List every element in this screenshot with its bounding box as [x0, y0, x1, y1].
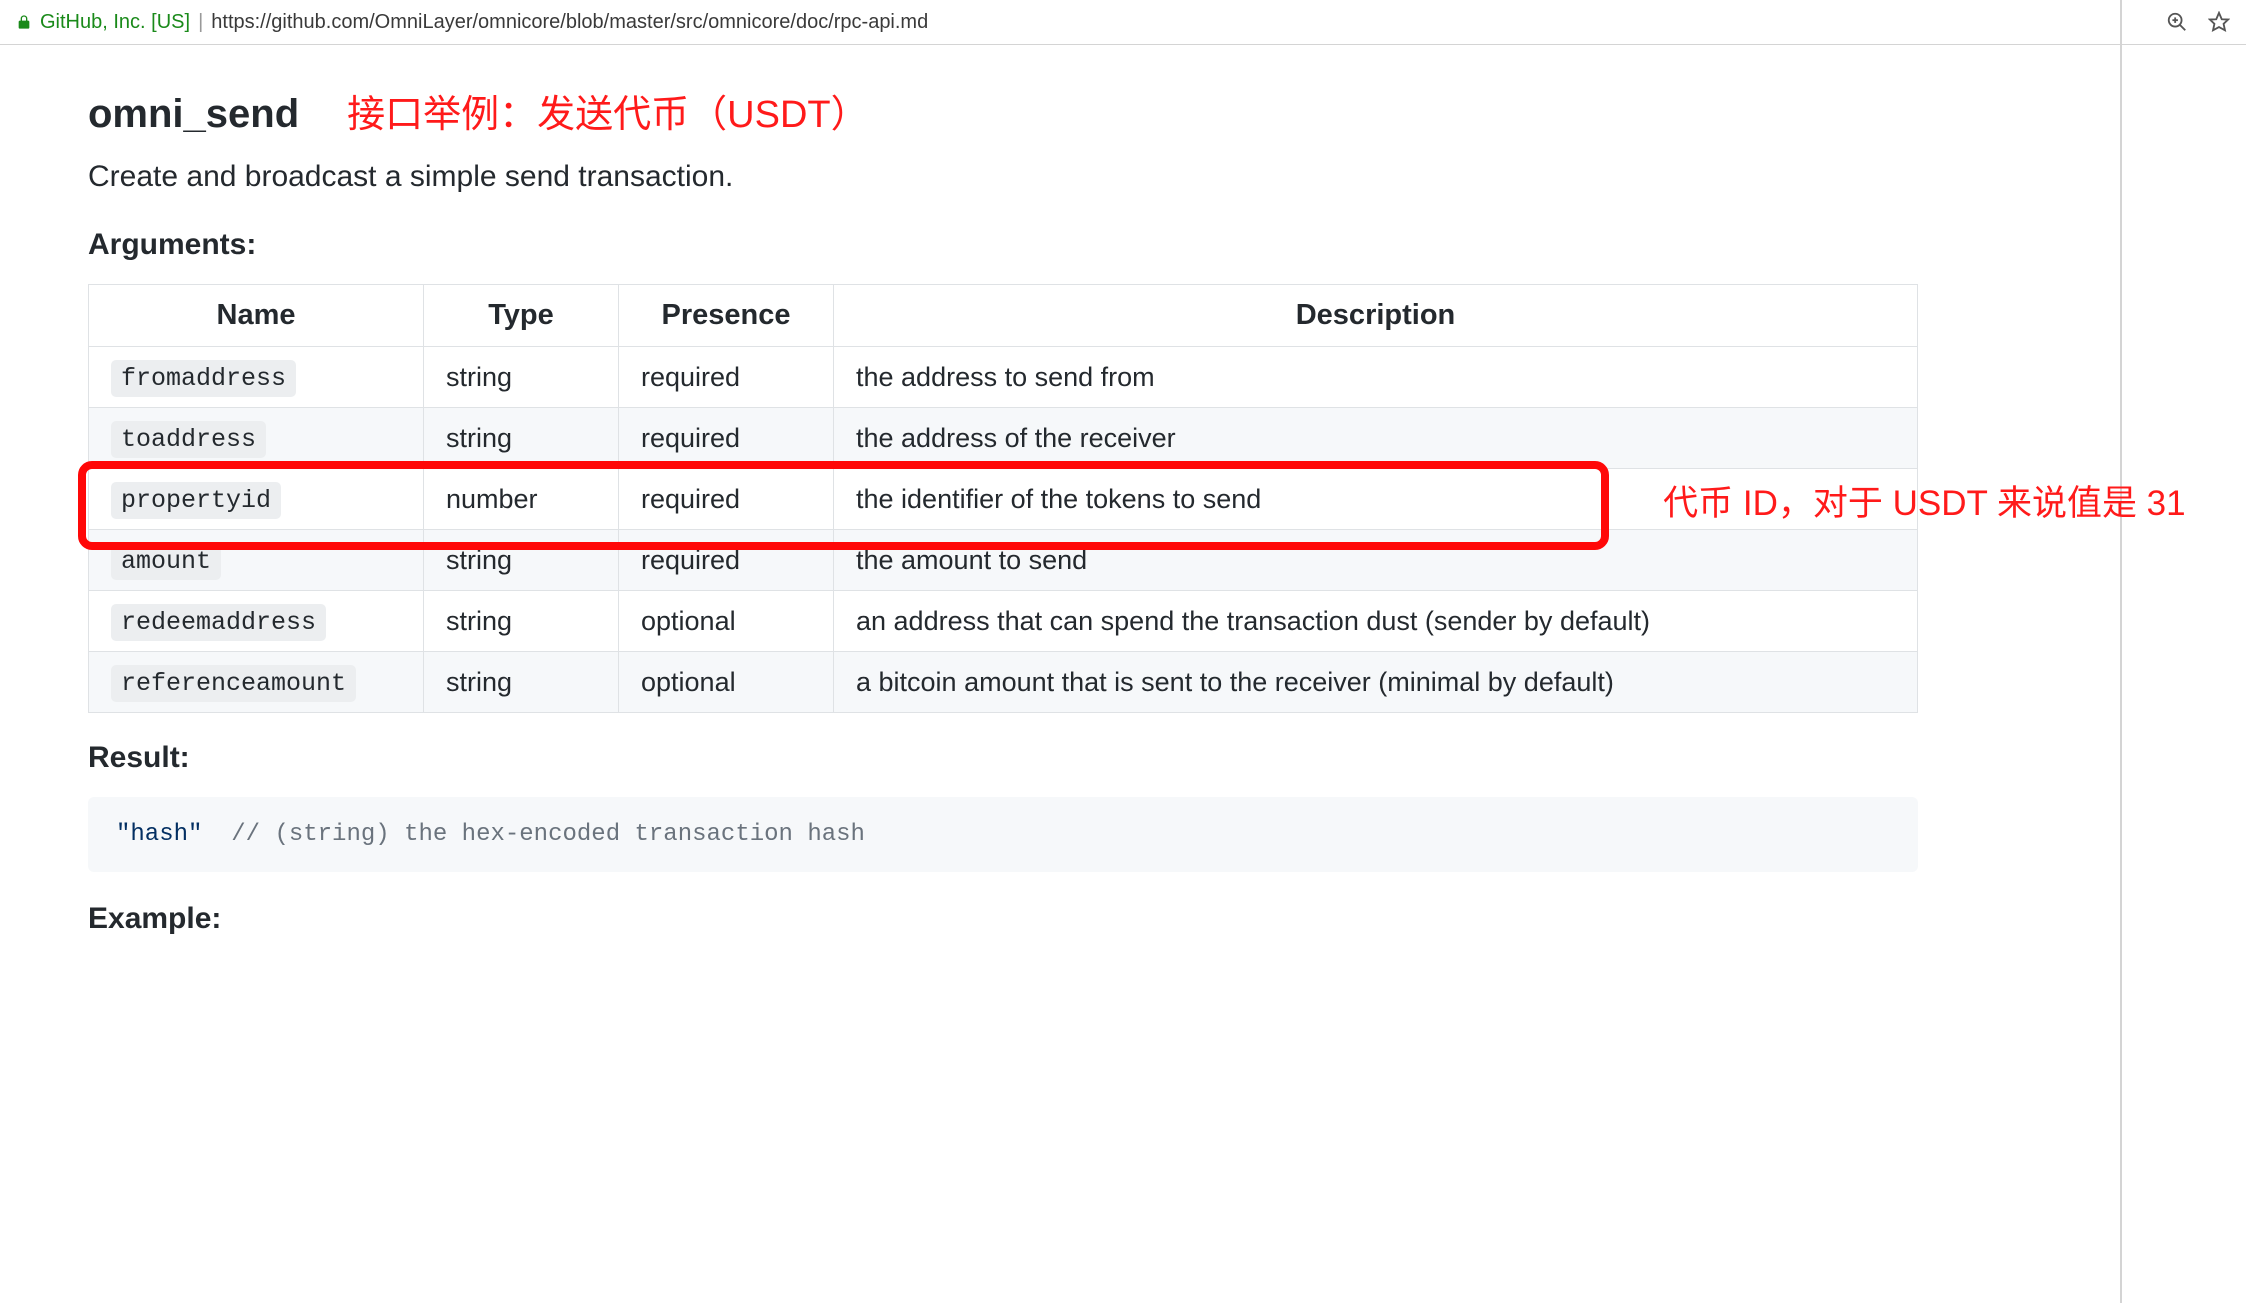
arg-desc: the amount to send [834, 530, 1918, 591]
arg-type: string [424, 347, 619, 408]
arg-presence: required [619, 347, 834, 408]
table-row: redeemaddress string optional an address… [89, 591, 1918, 652]
arg-presence: required [619, 469, 834, 530]
arg-presence: optional [619, 591, 834, 652]
col-description: Description [834, 285, 1918, 347]
table-row: amount string required the amount to sen… [89, 530, 1918, 591]
result-codeblock: "hash" // (string) the hex-encoded trans… [88, 797, 1918, 872]
arg-name: propertyid [111, 482, 281, 519]
arguments-table-wrapper: Name Type Presence Description fromaddre… [88, 284, 2246, 713]
arg-type: number [424, 469, 619, 530]
arg-desc: a bitcoin amount that is sent to the rec… [834, 652, 1918, 713]
arg-name: toaddress [111, 421, 266, 458]
arg-presence: optional [619, 652, 834, 713]
arg-name: redeemaddress [111, 604, 326, 641]
arg-desc: the address of the receiver [834, 408, 1918, 469]
col-presence: Presence [619, 285, 834, 347]
col-type: Type [424, 285, 619, 347]
url-separator: | [198, 11, 203, 34]
table-row: referenceamount string optional a bitcoi… [89, 652, 1918, 713]
browser-address-bar[interactable]: GitHub, Inc. [US] | https://github.com/O… [0, 0, 2246, 45]
arg-presence: required [619, 530, 834, 591]
example-heading: Example: [88, 902, 2246, 936]
table-row: toaddress string required the address of… [89, 408, 1918, 469]
arg-name: amount [111, 543, 221, 580]
row-callout: 代币 ID，对于 USDT 来说值是 31 [1663, 475, 2185, 526]
arg-type: string [424, 530, 619, 591]
arg-name: referenceamount [111, 665, 356, 702]
site-identity: GitHub, Inc. [US] [40, 11, 190, 34]
arguments-table: Name Type Presence Description fromaddre… [88, 284, 1918, 713]
zoom-icon[interactable] [2166, 11, 2188, 33]
arg-type: string [424, 591, 619, 652]
result-heading: Result: [88, 741, 2246, 775]
document-page: omni_send 接口举例：发送代币（USDT） Create and bro… [0, 45, 2246, 998]
code-comment: // (string) the hex-encoded transaction … [231, 821, 865, 848]
table-row: propertyid number required the identifie… [89, 469, 1918, 530]
code-string: "hash" [116, 821, 202, 848]
section-description: Create and broadcast a simple send trans… [88, 160, 2246, 194]
arg-type: string [424, 408, 619, 469]
heading-annotation: 接口举例：发送代币（USDT） [347, 83, 868, 138]
star-icon[interactable] [2208, 11, 2230, 33]
arg-presence: required [619, 408, 834, 469]
lock-icon [16, 13, 32, 31]
col-name: Name [89, 285, 424, 347]
arg-desc: an address that can spend the transactio… [834, 591, 1918, 652]
section-heading: omni_send [88, 92, 299, 137]
url-text[interactable]: https://github.com/OmniLayer/omnicore/bl… [211, 11, 2166, 34]
arg-desc: the address to send from [834, 347, 1918, 408]
table-row: fromaddress string required the address … [89, 347, 1918, 408]
arguments-heading: Arguments: [88, 228, 2246, 262]
arg-name: fromaddress [111, 360, 296, 397]
arg-type: string [424, 652, 619, 713]
